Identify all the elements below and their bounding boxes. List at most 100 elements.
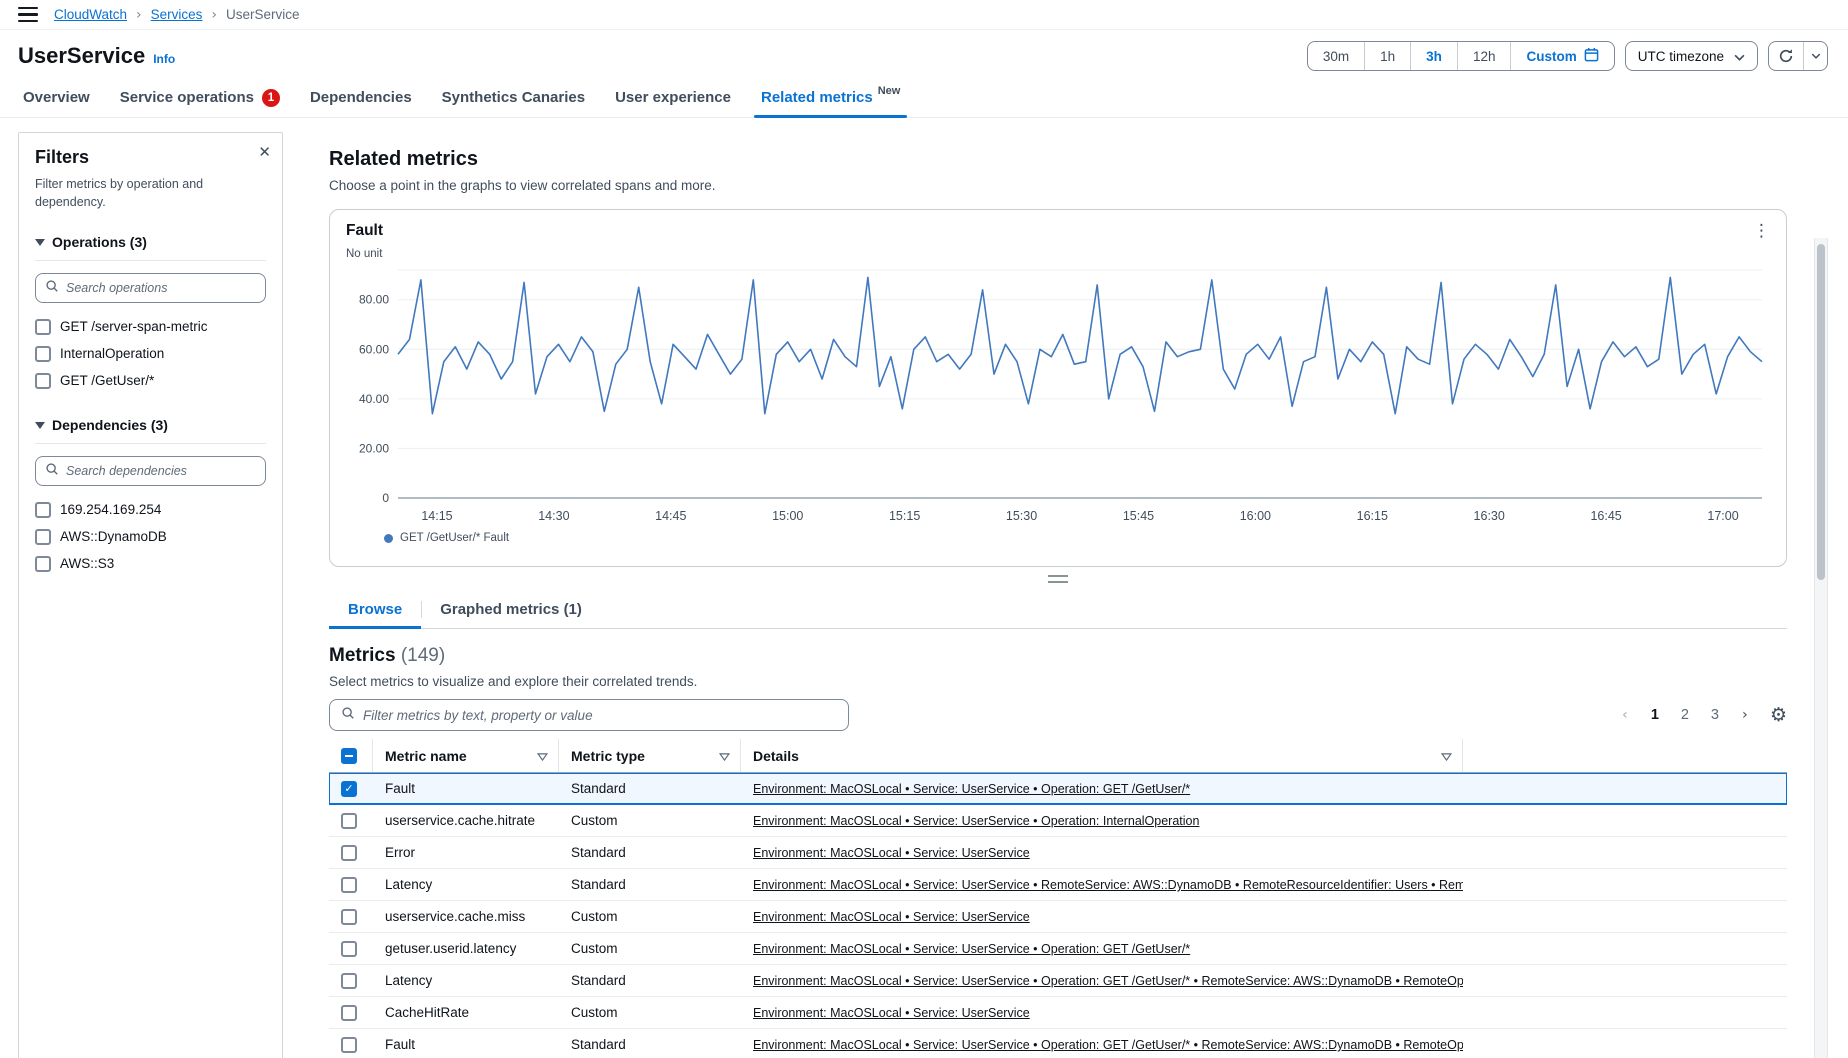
refresh-options-caret-icon[interactable] <box>1803 42 1827 70</box>
row-checkbox[interactable] <box>341 877 357 893</box>
page-1-button[interactable]: 1 <box>1642 702 1668 728</box>
filter-triangle-icon[interactable] <box>719 748 730 764</box>
tab-related-metrics[interactable]: Related metricsNew <box>746 78 915 117</box>
refresh-icon[interactable] <box>1769 42 1803 70</box>
previous-page-icon[interactable]: ‹ <box>1612 702 1638 728</box>
fault-line-chart[interactable]: 020.0040.0060.0080.0014:1514:3014:4515:0… <box>346 262 1770 530</box>
column-header-metric-type[interactable]: Metric type <box>559 739 741 772</box>
metric-type-cell: Custom <box>559 941 741 956</box>
tab-user-experience[interactable]: User experience <box>600 78 746 117</box>
checkbox[interactable] <box>35 529 51 545</box>
timezone-value: UTC timezone <box>1638 49 1724 64</box>
metric-type-cell: Standard <box>559 877 741 892</box>
tab-service-operations[interactable]: Service operations1 <box>105 78 295 117</box>
top-navigation-bar: CloudWatch›Services›UserService <box>0 0 1848 30</box>
page-3-button[interactable]: 3 <box>1702 702 1728 728</box>
table-row[interactable]: ErrorStandardEnvironment: MacOSLocal • S… <box>329 837 1787 869</box>
tab-overview[interactable]: Overview <box>8 78 105 117</box>
row-checkbox[interactable] <box>341 1005 357 1021</box>
metric-details-link[interactable]: Environment: MacOSLocal • Service: UserS… <box>753 910 1030 924</box>
next-page-icon[interactable]: › <box>1732 702 1758 728</box>
page-2-button[interactable]: 2 <box>1672 702 1698 728</box>
metrics-filter-field[interactable] <box>363 708 837 723</box>
table-row[interactable]: userservice.cache.missCustomEnvironment:… <box>329 901 1787 933</box>
metric-details-link[interactable]: Environment: MacOSLocal • Service: UserS… <box>753 1006 1030 1020</box>
filter-section-title: Dependencies (3) <box>52 417 168 433</box>
metric-details-link[interactable]: Environment: MacOSLocal • Service: UserS… <box>753 878 1463 892</box>
filter-item[interactable]: AWS::S3 <box>35 550 266 577</box>
tab-synthetics-canaries[interactable]: Synthetics Canaries <box>427 78 600 117</box>
search-icon <box>45 462 59 481</box>
filter-section-header[interactable]: Dependencies (3) <box>35 416 266 434</box>
time-range-12h[interactable]: 12h <box>1457 42 1511 70</box>
metric-details-link[interactable]: Environment: MacOSLocal • Service: UserS… <box>753 782 1190 796</box>
breadcrumb-item-services[interactable]: Services <box>151 7 203 22</box>
table-row[interactable]: getuser.userid.latencyCustomEnvironment:… <box>329 933 1787 965</box>
timezone-select[interactable]: UTC timezone <box>1625 41 1758 71</box>
svg-text:14:30: 14:30 <box>538 509 569 523</box>
search-input[interactable] <box>35 273 266 303</box>
metric-details-link[interactable]: Environment: MacOSLocal • Service: UserS… <box>753 974 1463 988</box>
view-tab-browse[interactable]: Browse <box>329 591 421 628</box>
time-range-3h[interactable]: 3h <box>1410 42 1457 70</box>
close-icon[interactable]: ✕ <box>258 143 271 161</box>
search-field[interactable] <box>66 281 256 295</box>
filter-triangle-icon[interactable] <box>1441 748 1452 764</box>
row-checkbox[interactable]: ✓ <box>341 781 357 797</box>
table-row[interactable]: CacheHitRateCustomEnvironment: MacOSLoca… <box>329 997 1787 1029</box>
tab-dependencies[interactable]: Dependencies <box>295 78 427 117</box>
metrics-filter-input[interactable] <box>329 699 849 731</box>
search-field[interactable] <box>66 464 256 478</box>
tab-label: Overview <box>23 89 90 106</box>
checkbox[interactable] <box>35 373 51 389</box>
filter-item[interactable]: GET /server-span-metric <box>35 313 266 340</box>
checkbox[interactable] <box>35 346 51 362</box>
filter-item[interactable]: InternalOperation <box>35 340 266 367</box>
scrollbar-thumb[interactable] <box>1817 244 1825 580</box>
row-checkbox[interactable] <box>341 813 357 829</box>
row-checkbox[interactable] <box>341 1037 357 1053</box>
chevron-down-icon <box>35 416 45 434</box>
filter-triangle-icon[interactable] <box>537 748 548 764</box>
row-checkbox[interactable] <box>341 973 357 989</box>
filter-item[interactable]: GET /GetUser/* <box>35 367 266 394</box>
info-link[interactable]: Info <box>153 52 175 66</box>
filter-item[interactable]: 169.254.169.254 <box>35 496 266 523</box>
select-all-checkbox[interactable] <box>341 748 357 764</box>
metric-name-cell: Latency <box>373 877 559 892</box>
metric-details-link[interactable]: Environment: MacOSLocal • Service: UserS… <box>753 1038 1463 1052</box>
related-metrics-main: Related metrics Choose a point in the gr… <box>329 148 1787 1058</box>
column-header-metric-name[interactable]: Metric name <box>373 739 559 772</box>
table-row[interactable]: LatencyStandardEnvironment: MacOSLocal •… <box>329 965 1787 997</box>
resize-handle[interactable] <box>1048 575 1068 583</box>
table-row[interactable]: ✓FaultStandardEnvironment: MacOSLocal • … <box>329 773 1787 805</box>
table-row[interactable]: userservice.cache.hitrateCustomEnvironme… <box>329 805 1787 837</box>
row-checkbox[interactable] <box>341 941 357 957</box>
kebab-menu-icon[interactable]: ⋮ <box>1753 223 1770 240</box>
settings-gear-icon[interactable]: ⚙ <box>1770 706 1787 725</box>
time-range-1h[interactable]: 1h <box>1364 42 1410 70</box>
metric-details-link[interactable]: Environment: MacOSLocal • Service: UserS… <box>753 942 1190 956</box>
time-range-30m[interactable]: 30m <box>1308 42 1364 70</box>
metric-details-cell: Environment: MacOSLocal • Service: UserS… <box>741 1005 1463 1020</box>
row-checkbox[interactable] <box>341 909 357 925</box>
breadcrumb-item-cloudwatch[interactable]: CloudWatch <box>54 7 127 22</box>
checkbox[interactable] <box>35 502 51 518</box>
metric-details-link[interactable]: Environment: MacOSLocal • Service: UserS… <box>753 814 1199 828</box>
vertical-scrollbar[interactable] <box>1814 238 1828 1058</box>
column-header-details[interactable]: Details <box>741 739 1463 772</box>
filter-item[interactable]: AWS::DynamoDB <box>35 523 266 550</box>
menu-icon[interactable] <box>18 7 38 22</box>
view-tab-graphed-metrics-1[interactable]: Graphed metrics (1) <box>421 591 601 628</box>
checkbox[interactable] <box>35 319 51 335</box>
table-row[interactable]: LatencyStandard Environment: MacOSLocal •… <box>329 869 1787 901</box>
filter-section-header[interactable]: Operations (3) <box>35 233 266 251</box>
metric-details-link[interactable]: Environment: MacOSLocal • Service: UserS… <box>753 846 1030 860</box>
row-checkbox[interactable] <box>341 845 357 861</box>
search-input[interactable] <box>35 456 266 486</box>
table-row[interactable]: FaultStandardEnvironment: MacOSLocal • S… <box>329 1029 1787 1058</box>
checkbox[interactable] <box>35 556 51 572</box>
metric-details-cell: Environment: MacOSLocal • Service: UserS… <box>741 845 1463 860</box>
time-range-custom[interactable]: Custom <box>1510 42 1613 70</box>
metric-name-cell: Fault <box>373 1037 559 1052</box>
